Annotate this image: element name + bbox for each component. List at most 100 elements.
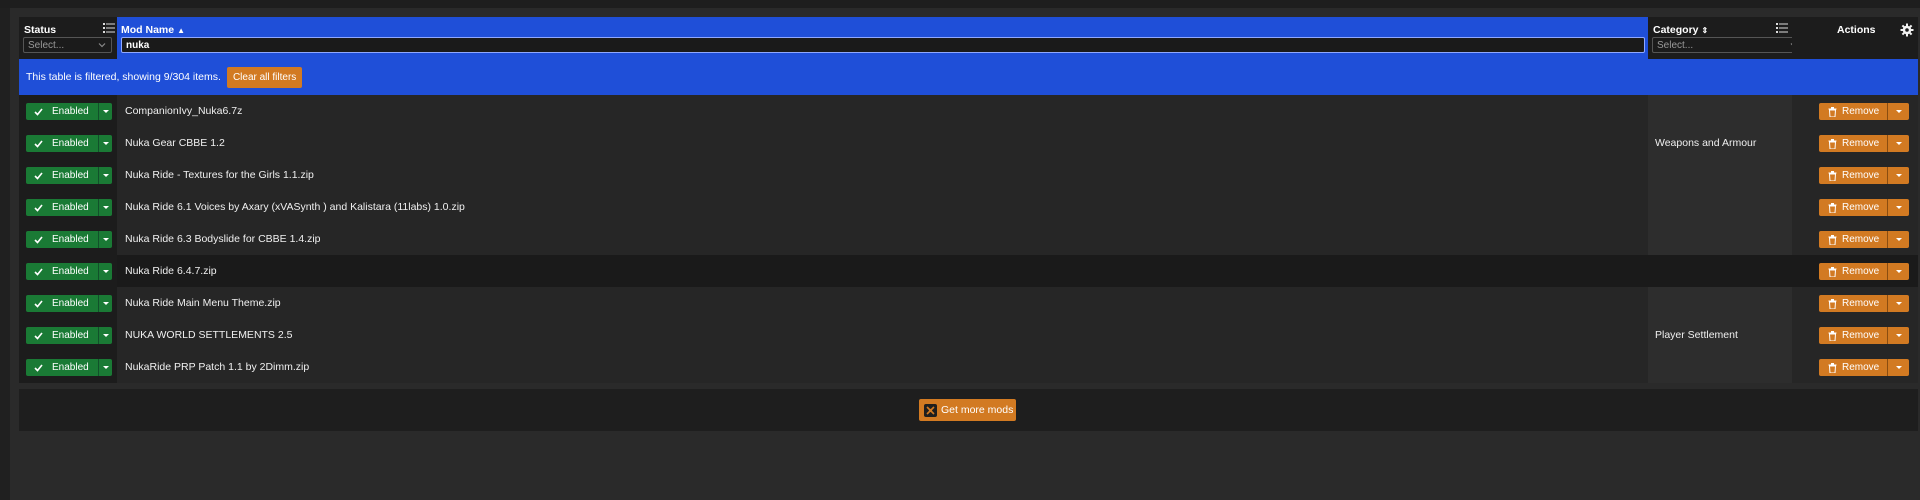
trash-icon [1828, 362, 1837, 373]
enabled-button[interactable]: Enabled [26, 263, 112, 280]
enabled-button[interactable]: Enabled [26, 103, 112, 120]
status-dropdown-toggle[interactable] [98, 327, 112, 344]
enabled-button[interactable]: Enabled [26, 199, 112, 216]
remove-dropdown-toggle[interactable] [1887, 327, 1909, 344]
get-more-mods-button[interactable]: Get more mods [919, 399, 1016, 421]
remove-label: Remove [1842, 202, 1880, 213]
remove-button[interactable]: Remove [1819, 359, 1909, 376]
remove-label: Remove [1842, 298, 1880, 309]
enabled-button[interactable]: Enabled [26, 135, 112, 152]
remove-dropdown-toggle[interactable] [1887, 199, 1909, 216]
trash-icon [1828, 106, 1837, 117]
enabled-button[interactable]: Enabled [26, 231, 112, 248]
status-cell: Enabled [19, 287, 117, 319]
remove-button[interactable]: Remove [1819, 199, 1909, 216]
check-icon [34, 203, 43, 212]
enabled-button[interactable]: Enabled [26, 295, 112, 312]
remove-dropdown-toggle[interactable] [1887, 103, 1909, 120]
remove-dropdown-toggle[interactable] [1887, 135, 1909, 152]
name-header-label[interactable]: Mod Name ▲ [121, 24, 185, 36]
table-row[interactable]: Enabled Nuka Gear CBBE 1.2 Weapons and A… [19, 127, 1918, 159]
remove-dropdown-toggle[interactable] [1887, 263, 1909, 280]
table-row[interactable]: Enabled Nuka Ride Main Menu Theme.zip Re… [19, 287, 1918, 319]
remove-button[interactable]: Remove [1819, 263, 1909, 280]
status-dropdown-toggle[interactable] [98, 359, 112, 376]
remove-button[interactable]: Remove [1819, 295, 1909, 312]
status-cell: Enabled [19, 319, 117, 351]
status-dropdown-toggle[interactable] [98, 135, 112, 152]
category-filter-select[interactable]: Select... [1652, 37, 1804, 53]
remove-label: Remove [1842, 362, 1880, 373]
name-cell: Nuka Ride 6.1 Voices by Axary (xVASynth … [117, 191, 1648, 223]
list-icon[interactable] [103, 23, 115, 33]
enabled-button[interactable]: Enabled [26, 167, 112, 184]
filter-status-text: This table is filtered, showing 9/304 it… [26, 71, 221, 83]
remove-button[interactable]: Remove [1819, 103, 1909, 120]
remove-button[interactable]: Remove [1819, 135, 1909, 152]
status-cell: Enabled [19, 223, 117, 255]
table-row[interactable]: Enabled Nuka Ride 6.3 Bodyslide for CBBE… [19, 223, 1918, 255]
status-dropdown-toggle[interactable] [98, 199, 112, 216]
category-cell [1648, 287, 1792, 319]
category-cell [1648, 351, 1792, 383]
left-strip [0, 8, 10, 500]
remove-dropdown-toggle[interactable] [1887, 231, 1909, 248]
check-icon [34, 267, 43, 276]
enabled-button[interactable]: Enabled [26, 327, 112, 344]
status-label: Enabled [52, 202, 89, 213]
status-dropdown-toggle[interactable] [98, 263, 112, 280]
caret-down-icon [1895, 366, 1902, 369]
table-row[interactable]: Enabled Nuka Ride 6.1 Voices by Axary (x… [19, 191, 1918, 223]
table-row[interactable]: Enabled Nuka Ride 6.4.7.zip Remove [19, 255, 1918, 287]
trash-icon [1828, 330, 1837, 341]
table-header: Status Select... Mod Name ▲ nuka Category… [19, 17, 1918, 59]
status-dropdown-toggle[interactable] [98, 295, 112, 312]
table-row[interactable]: Enabled CompanionIvy_Nuka6.7z Remove [19, 95, 1918, 127]
chevron-down-icon [98, 43, 106, 48]
enabled-button[interactable]: Enabled [26, 359, 112, 376]
list-icon[interactable] [1776, 23, 1788, 33]
category-cell [1648, 223, 1792, 255]
table-footer: Get more mods [19, 389, 1918, 431]
sort-asc-icon: ▲ [177, 26, 186, 35]
status-label: Enabled [52, 266, 89, 277]
table-row[interactable]: Enabled NukaRide PRP Patch 1.1 by 2Dimm.… [19, 351, 1918, 383]
check-icon [34, 363, 43, 372]
name-cell: NukaRide PRP Patch 1.1 by 2Dimm.zip [117, 351, 1648, 383]
remove-button[interactable]: Remove [1819, 231, 1909, 248]
category-header-label[interactable]: Category ⇕ [1653, 24, 1708, 36]
status-label: Enabled [52, 362, 89, 373]
mod-name: NUKA WORLD SETTLEMENTS 2.5 [125, 329, 293, 341]
status-filter-select[interactable]: Select... [23, 37, 112, 53]
top-bar [0, 0, 1920, 8]
table-row[interactable]: Enabled Nuka Ride - Textures for the Gir… [19, 159, 1918, 191]
table-row[interactable]: Enabled NUKA WORLD SETTLEMENTS 2.5 Playe… [19, 319, 1918, 351]
remove-button[interactable]: Remove [1819, 167, 1909, 184]
category-cell [1648, 191, 1792, 223]
status-dropdown-toggle[interactable] [98, 167, 112, 184]
status-header-label[interactable]: Status [24, 24, 56, 36]
remove-dropdown-toggle[interactable] [1887, 167, 1909, 184]
sort-icon: ⇕ [1701, 26, 1709, 35]
filter-banner: This table is filtered, showing 9/304 it… [19, 59, 1918, 95]
name-filter-input[interactable]: nuka [121, 37, 1645, 53]
status-label: Enabled [52, 298, 89, 309]
caret-down-icon [102, 174, 109, 177]
remove-dropdown-toggle[interactable] [1887, 359, 1909, 376]
trash-icon [1828, 202, 1837, 213]
caret-down-icon [102, 270, 109, 273]
check-icon [34, 331, 43, 340]
mod-name: NukaRide PRP Patch 1.1 by 2Dimm.zip [125, 361, 310, 373]
clear-filters-button[interactable]: Clear all filters [226, 66, 303, 88]
remove-button[interactable]: Remove [1819, 327, 1909, 344]
remove-dropdown-toggle[interactable] [1887, 295, 1909, 312]
status-dropdown-toggle[interactable] [98, 231, 112, 248]
mod-name: Nuka Gear CBBE 1.2 [125, 137, 225, 149]
caret-down-icon [102, 238, 109, 241]
remove-label: Remove [1842, 266, 1880, 277]
remove-label: Remove [1842, 106, 1880, 117]
status-dropdown-toggle[interactable] [98, 103, 112, 120]
gear-icon[interactable] [1900, 23, 1914, 37]
name-cell: Nuka Gear CBBE 1.2 [117, 127, 1648, 159]
category-label: Weapons and Armour [1655, 137, 1757, 149]
